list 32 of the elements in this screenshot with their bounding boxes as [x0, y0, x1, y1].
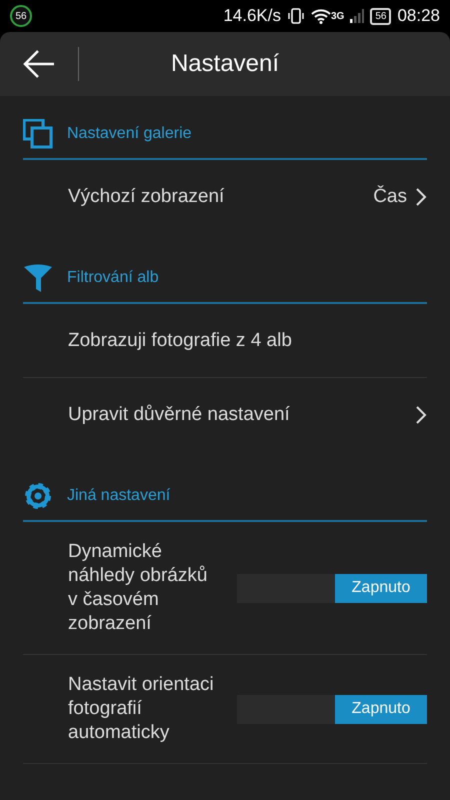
toggle-switch[interactable]: Zapnuto — [237, 574, 427, 602]
battery-indicator: 56 — [370, 8, 392, 24]
setting-label: Zobrazuji fotografie z 4 alb — [68, 328, 293, 352]
setting-label: Dynamické náhledy obrázků v časovém zobrazení — [68, 540, 208, 636]
setting-value: Čas — [373, 186, 407, 208]
setting-label: Nastavit orientaci fotografií automaticky — [68, 673, 215, 745]
gear-icon — [23, 481, 53, 511]
setting-label: Upravit důvěrné nastavení — [68, 403, 291, 427]
setting-row[interactable]: Zobrazuji fotografie z 4 alb — [23, 304, 427, 378]
network-type: 3G — [330, 10, 344, 22]
chevron-right-icon — [415, 187, 427, 207]
network-speed: 14.6K/s — [223, 6, 281, 26]
section-title: Nastavení galerie — [67, 125, 192, 143]
section-title: Jiná nastavení — [67, 487, 170, 505]
chevron-right-icon — [415, 405, 427, 425]
toggle-thumb: Zapnuto — [335, 694, 427, 724]
setting-label: Výchozí zobrazení — [68, 185, 226, 209]
toggle-switch[interactable]: Zapnuto — [237, 694, 427, 724]
screen-title: Nastavení — [170, 50, 280, 78]
signal-icon — [350, 9, 364, 23]
clock: 08:28 — [397, 6, 440, 26]
wifi-icon — [310, 8, 331, 24]
funnel-icon — [23, 263, 53, 293]
vibrate-icon — [286, 7, 305, 25]
setting-row[interactable]: Upravit důvěrné nastavení — [23, 378, 427, 452]
setting-row[interactable]: Výchozí zobrazení Čas — [23, 160, 427, 234]
gallery-icon — [23, 119, 53, 149]
section-title: Filtrování alb — [67, 269, 159, 287]
toggle-thumb: Zapnuto — [335, 574, 427, 602]
setting-row[interactable]: Dynamické náhledy obrázků v časovém zobrazení Zapnuto — [23, 522, 427, 655]
notification-badge: 56 — [10, 5, 32, 27]
setting-row[interactable]: Nastavit orientaci fotografií automaticky Zapnuto — [23, 655, 427, 764]
